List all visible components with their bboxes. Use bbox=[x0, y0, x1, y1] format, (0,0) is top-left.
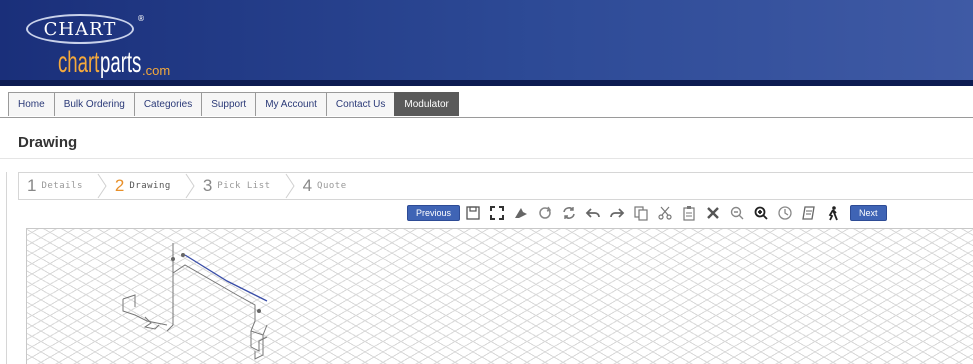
nav-label: Modulator bbox=[404, 99, 449, 110]
step-quote[interactable]: 4 Quote bbox=[295, 172, 361, 200]
step-label: Drawing bbox=[129, 181, 171, 191]
nav-home[interactable]: Home bbox=[8, 92, 55, 116]
logo-text: CHART bbox=[43, 18, 117, 40]
page-title: Drawing bbox=[18, 134, 78, 151]
step-label: Details bbox=[41, 181, 83, 191]
nav-modulator[interactable]: Modulator bbox=[394, 92, 459, 116]
nav-support[interactable]: Support bbox=[201, 92, 257, 116]
zoom-out-icon[interactable] bbox=[726, 203, 748, 223]
refresh-icon[interactable] bbox=[558, 203, 580, 223]
chevron-right-icon bbox=[185, 173, 195, 199]
pipe-segment bbox=[166, 273, 174, 332]
nav-contact-us[interactable]: Contact Us bbox=[325, 92, 396, 116]
step-drawing[interactable]: 2 Drawing bbox=[107, 172, 185, 200]
copy-icon[interactable] bbox=[630, 203, 652, 223]
next-button[interactable]: Next bbox=[850, 205, 887, 221]
nav-label: Contact Us bbox=[335, 99, 386, 110]
pipe-segment bbox=[122, 299, 168, 326]
chartparts-brand[interactable]: chart parts .com bbox=[58, 42, 170, 78]
step-label: Quote bbox=[317, 181, 347, 191]
drawing-canvas[interactable] bbox=[26, 228, 973, 364]
delete-segment-icon[interactable] bbox=[510, 203, 532, 223]
close-icon[interactable] bbox=[702, 203, 724, 223]
wizard-steps: 1 Details 2 Drawing 3 Pick List 4 Quote bbox=[18, 172, 973, 200]
selected-pipe bbox=[184, 254, 268, 302]
previous-button[interactable]: Previous bbox=[407, 205, 461, 221]
nav-label: My Account bbox=[265, 99, 317, 110]
fullscreen-icon[interactable] bbox=[486, 203, 508, 223]
brand-suffix: .com bbox=[142, 63, 171, 78]
paste-icon[interactable] bbox=[678, 203, 700, 223]
brand-part2: parts bbox=[100, 46, 142, 79]
chart-logo[interactable]: CHART bbox=[26, 14, 134, 44]
nav-label: Support bbox=[211, 99, 247, 110]
joint-node bbox=[171, 257, 175, 261]
zoom-in-icon[interactable] bbox=[750, 203, 772, 223]
header-strip bbox=[0, 80, 973, 86]
joint-node bbox=[257, 309, 261, 313]
brand-part1: chart bbox=[58, 46, 100, 79]
notes-icon[interactable] bbox=[798, 203, 820, 223]
step-details[interactable]: 1 Details bbox=[19, 172, 97, 200]
nav-bulk-ordering[interactable]: Bulk Ordering bbox=[53, 92, 135, 116]
site-header: CHART ® chart parts .com bbox=[0, 0, 973, 86]
chevron-right-icon bbox=[285, 173, 295, 199]
drawing-toolbar: Previous Next bbox=[407, 203, 887, 223]
nav-label: Categories bbox=[143, 99, 193, 110]
step-number: 2 bbox=[114, 176, 125, 195]
redo-icon[interactable] bbox=[606, 203, 628, 223]
registered-mark: ® bbox=[137, 14, 145, 23]
cut-icon[interactable] bbox=[654, 203, 676, 223]
divider bbox=[0, 158, 973, 159]
step-number: 1 bbox=[27, 176, 37, 195]
step-pick-list[interactable]: 3 Pick List bbox=[195, 172, 285, 200]
nav-label: Home bbox=[18, 99, 45, 110]
undo-icon[interactable] bbox=[582, 203, 604, 223]
clock-icon[interactable] bbox=[774, 203, 796, 223]
rotate-icon[interactable] bbox=[534, 203, 556, 223]
nav-label: Bulk Ordering bbox=[63, 99, 125, 110]
save-icon[interactable] bbox=[462, 203, 484, 223]
page: CHART ® chart parts .com Home Bulk Order… bbox=[0, 0, 973, 364]
chevron-right-icon bbox=[97, 173, 107, 199]
step-number: 4 bbox=[302, 176, 313, 195]
pipe-segment bbox=[122, 294, 136, 307]
walk-icon[interactable] bbox=[822, 203, 844, 223]
step-number: 3 bbox=[202, 176, 213, 195]
nav-my-account[interactable]: My Account bbox=[255, 92, 327, 116]
divider bbox=[6, 172, 7, 364]
step-label: Pick List bbox=[217, 181, 271, 191]
main-nav: Home Bulk Ordering Categories Support My… bbox=[0, 92, 973, 118]
joint-node bbox=[181, 253, 185, 257]
nav-categories[interactable]: Categories bbox=[133, 92, 203, 116]
piping-drawing bbox=[122, 243, 268, 360]
